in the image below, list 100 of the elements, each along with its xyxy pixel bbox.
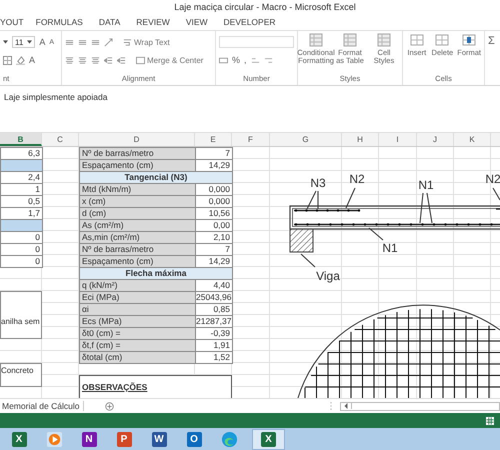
section-header: Flecha máxima [79,267,233,280]
merge-cells-icon [136,56,145,64]
table-cell: 0 [0,243,43,256]
rebar-label: N2 [485,172,500,186]
beam-drawing [290,228,314,252]
column-header[interactable]: I [379,133,417,146]
font-color-button[interactable]: A [29,55,36,65]
align-icon[interactable] [65,56,74,64]
rebar-label: Viga [316,269,340,283]
normal-view-icon[interactable] [486,416,494,424]
table-cell: 25043,96 [195,291,233,304]
column-header[interactable]: H [342,133,379,146]
grow-font-button[interactable]: A [39,37,46,47]
taskbar-app-button[interactable]: P [112,428,136,450]
align-icon[interactable] [78,38,87,46]
table-cell: As (cm²/m) [79,219,196,232]
taskbar-app-button[interactable]: W [147,428,171,450]
align-icon[interactable] [91,38,100,46]
formula-bar-field[interactable]: Laje simplesmente apoiada [4,92,108,102]
note-text: anilha sem [1,317,40,326]
percent-style-button[interactable]: % [232,55,240,65]
table-cell: x (cm) [79,195,196,208]
table-cell: δtotal (cm) [79,351,196,364]
observations-title: OBSERVAÇÕES [82,382,148,392]
column-header[interactable]: J [417,133,454,146]
decrease-decimal-icon[interactable] [264,56,273,64]
leader-line [346,188,356,208]
align-icon[interactable] [78,56,87,64]
table-grid-icon [309,33,323,47]
table-cell: 0 [0,255,43,268]
cells-grid-icon [435,33,450,47]
cells-grid-icon [462,33,476,47]
table-cell: -0,39 [195,327,233,340]
rebar-label: N1 [418,178,434,192]
column-header[interactable]: E [195,133,232,146]
header-cell [0,159,43,172]
ribbon-tab[interactable]: DATA [98,17,120,27]
table-grid-icon [343,33,357,47]
new-sheet-icon[interactable] [105,402,114,410]
table-cell: 6,3 [0,147,43,160]
ribbon-tab[interactable]: FORMULAS [36,17,83,27]
sheet-tab[interactable]: Memorial de Cálculo [0,401,84,411]
taskbar-app-button[interactable]: N [77,428,101,450]
ribbon-tab[interactable]: VIEW [186,17,208,27]
section-header: Tangencial (N3) [79,171,233,184]
taskbar-app-button[interactable]: X [7,428,31,450]
indent-icon[interactable] [117,56,126,64]
align-icon[interactable] [91,56,100,64]
header-cell [0,219,43,232]
table-cell: 1,52 [195,351,233,364]
leader-line [300,254,316,268]
column-header[interactable]: D [79,133,195,146]
column-header[interactable]: F [232,133,270,146]
taskbar-app-button[interactable]: X [252,428,285,450]
currency-icon[interactable] [219,56,228,64]
table-cell: αi [79,303,196,316]
table-cell: 2,4 [0,171,43,184]
merge-center-button[interactable]: Merge & Center [136,56,204,64]
fill-color-icon[interactable] [16,56,25,64]
table-cell: 0 [0,231,43,244]
table-cell: 1,91 [195,339,233,352]
align-icon[interactable] [65,38,74,46]
indent-icon[interactable] [104,56,113,64]
horizontal-scrollbar[interactable] [340,402,500,410]
leader-line [420,192,432,224]
autosum-button[interactable]: Σ [488,35,497,47]
ribbon-tab[interactable]: DEVELOPER [224,17,276,27]
rebar-label: N1 [382,241,398,255]
column-header[interactable]: C [42,133,79,146]
caret-icon[interactable] [3,40,8,44]
ribbon-tab[interactable]: YOUT [0,17,24,27]
taskbar-app-button[interactable]: O [182,428,206,450]
table-cell: d (cm) [79,207,196,220]
column-header[interactable]: K [454,133,491,146]
borders-icon[interactable] [3,56,12,64]
comma-style-button[interactable]: , [244,55,247,65]
increase-decimal-icon[interactable] [250,56,260,64]
cells-grid-icon [410,33,424,47]
table-cell: Mtd (kNm/m) [79,183,196,196]
caret-icon [27,40,32,44]
ribbon-tab[interactable]: REVIEW [136,17,170,27]
column-header[interactable]: B [0,133,42,146]
rebar-label: N2 [349,172,365,186]
table-cell: 21287,37 [195,315,233,328]
font-size-dropdown[interactable]: 11 [12,36,36,48]
leader-line [492,188,500,200]
leader-line [368,228,384,240]
table-cell: 1,7 [0,207,43,220]
column-header[interactable]: G [270,133,342,146]
table-cell: q (kN/m²) [79,279,196,292]
table-cell: 14,29 [195,255,233,268]
wrap-text-button[interactable]: Wrap Text [123,38,170,46]
table-cell: 2,10 [195,231,233,244]
rebar-label: N3 [310,176,326,190]
table-cell: 0,5 [0,195,43,208]
table-cell: δt0 (cm) = [79,327,196,340]
table-cell: 0,000 [195,183,233,196]
orientation-icon[interactable] [104,38,113,46]
table-cell: 0,85 [195,303,233,316]
table-cell: Espaçamento (cm) [79,159,196,172]
